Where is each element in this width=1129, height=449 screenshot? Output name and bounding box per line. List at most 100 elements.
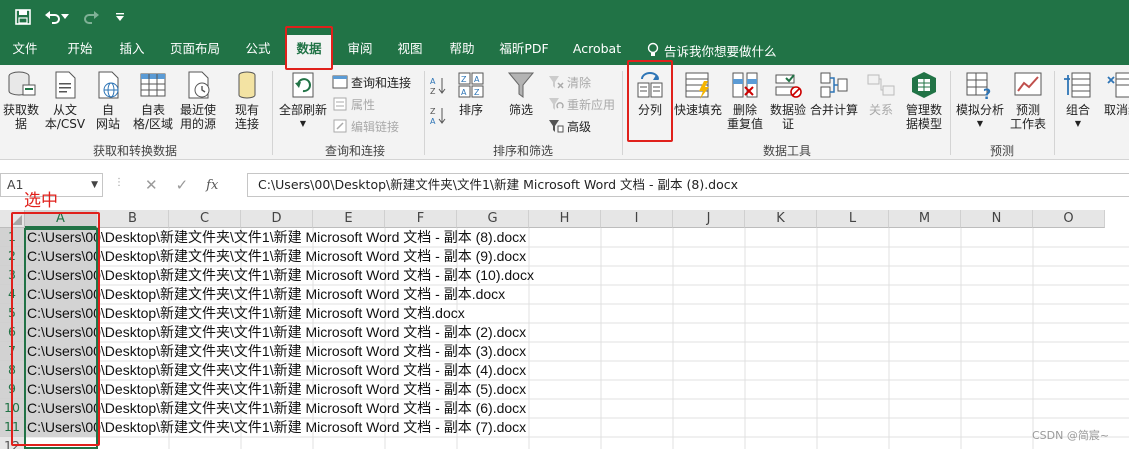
row-header-11[interactable]: 11 (0, 418, 25, 437)
what-if-icon: ? (966, 72, 991, 101)
cell-text: C:\Users\00\Desktop\新建文件夹\文件1\新建 Microso… (27, 381, 527, 397)
cancel-icon[interactable]: ✕ (145, 176, 158, 194)
sort-az-icon: AZ (430, 77, 446, 96)
column-header-j[interactable]: J (673, 210, 745, 228)
sort-za-icon: ZA (430, 107, 446, 126)
tab-page-layout[interactable]: 页面布局 (164, 35, 226, 65)
column-header-g[interactable]: G (457, 210, 529, 228)
cell-text: C:\Users\00\Desktop\新建文件夹\文件1\新建 Microso… (27, 419, 527, 435)
tab-insert[interactable]: 插入 (110, 35, 154, 65)
forecast-sheet-button[interactable]: 预测 工作表 (1008, 69, 1048, 131)
tab-help[interactable]: 帮助 (440, 35, 484, 65)
tab-home[interactable]: 开始 (58, 35, 102, 65)
queries-connections-button[interactable]: 查询和连接 (332, 73, 411, 91)
column-header-n[interactable]: N (961, 210, 1033, 228)
relationships-button[interactable]: 关系 (862, 69, 900, 117)
column-header-b[interactable]: B (97, 210, 169, 228)
column-header-c[interactable]: C (169, 210, 241, 228)
svg-text:Z: Z (474, 88, 480, 97)
row-header-10[interactable]: 10 (0, 399, 25, 418)
row-header-3[interactable]: 3 (0, 266, 25, 285)
remove-duplicates-button[interactable]: 删除 重复值 (724, 69, 766, 131)
tab-file[interactable]: 文件 (4, 35, 46, 65)
row-header-6[interactable]: 6 (0, 323, 25, 342)
refresh-all-button[interactable]: 全部刷新 ▼ (276, 69, 330, 131)
consolidate-button[interactable]: 合并计算 (808, 69, 860, 117)
ungroup-button[interactable]: 取消组 (1100, 69, 1129, 117)
column-header-h[interactable]: H (529, 210, 601, 228)
chevron-down-icon: ▼ (976, 119, 984, 128)
properties-button[interactable]: 属性 (332, 95, 375, 113)
filter-button[interactable]: 筛选 (500, 69, 542, 117)
advanced-filter-icon (549, 120, 564, 133)
clear-filter-button[interactable]: 清除 (548, 73, 591, 91)
data-validation-button[interactable]: 数据验 证 (768, 69, 808, 131)
manage-data-model-button[interactable]: 管理数 据模型 (902, 69, 946, 131)
tab-view[interactable]: 视图 (388, 35, 432, 65)
more-options-icon[interactable]: ⋮ (114, 177, 124, 188)
existing-connections-button[interactable]: 现有 连接 (226, 69, 268, 131)
consolidate-icon (820, 72, 848, 98)
enter-icon[interactable]: ✓ (176, 176, 189, 194)
formula-bar: A1 ▼ ⋮ ✕ ✓ fx C:\Users\00\Desktop\新建文件夹\… (0, 165, 1129, 205)
column-header-k[interactable]: K (745, 210, 817, 228)
formula-input[interactable]: C:\Users\00\Desktop\新建文件夹\文件1\新建 Microso… (247, 173, 1129, 197)
row-header-8[interactable]: 8 (0, 361, 25, 380)
reapply-button[interactable]: 重新应用 (548, 95, 615, 113)
cell-text: C:\Users\00\Desktop\新建文件夹\文件1\新建 Microso… (27, 324, 527, 340)
save-icon[interactable] (12, 6, 34, 28)
group-label-data-tools: 数据工具 (762, 144, 811, 158)
column-header-l[interactable]: L (817, 210, 889, 228)
redo-icon[interactable] (80, 6, 102, 28)
flash-fill-button[interactable]: 快速填充 (672, 69, 724, 117)
svg-text:A: A (461, 88, 467, 97)
row-header-9[interactable]: 9 (0, 380, 25, 399)
row-header-2[interactable]: 2 (0, 247, 25, 266)
tab-acrobat[interactable]: Acrobat (566, 35, 628, 65)
insert-function-icon[interactable]: fx (206, 178, 218, 193)
column-header-a[interactable]: A (25, 210, 97, 228)
row-header-1[interactable]: 1 (0, 228, 25, 247)
edit-links-icon (333, 119, 347, 133)
undo-dropdown-icon[interactable] (60, 6, 70, 28)
chevron-down-icon[interactable]: ▼ (91, 174, 98, 196)
column-header-f[interactable]: F (385, 210, 457, 228)
customize-qat-icon[interactable] (112, 6, 128, 28)
advanced-filter-button[interactable]: 高级 (548, 117, 591, 135)
edit-links-button[interactable]: 编辑链接 (332, 117, 399, 135)
column-header-i[interactable]: I (601, 210, 673, 228)
from-web-button[interactable]: 自 网站 (88, 69, 128, 131)
text-file-icon (55, 71, 76, 99)
sort-desc-button[interactable]: ZA (430, 107, 446, 126)
column-header-d[interactable]: D (241, 210, 313, 228)
row-header-12[interactable]: 12 (0, 437, 25, 449)
what-if-analysis-button[interactable]: ? 模拟分析 ▼ (952, 69, 1008, 131)
recent-sources-icon (188, 71, 210, 99)
tab-data[interactable]: 数据 (286, 35, 332, 65)
column-header-m[interactable]: M (889, 210, 961, 228)
tab-review[interactable]: 审阅 (338, 35, 382, 65)
group-button[interactable]: 组合 ▼ (1058, 69, 1098, 131)
cell-text: C:\Users\00\Desktop\新建文件夹\文件1\新建 Microso… (27, 305, 465, 321)
sort-asc-button[interactable]: AZ (430, 77, 446, 96)
from-text-csv-button[interactable]: 从文 本/CSV (44, 69, 86, 131)
group-separator (622, 71, 623, 155)
tab-foxit-pdf[interactable]: 福昕PDF (494, 35, 554, 65)
from-table-range-button[interactable]: 自表 格/区域 (132, 69, 174, 131)
column-header-o[interactable]: O (1033, 210, 1105, 228)
tab-formulas[interactable]: 公式 (236, 35, 280, 65)
formula-buttons: ✕ ✓ fx (133, 173, 241, 197)
column-header-e[interactable]: E (313, 210, 385, 228)
select-all-corner[interactable] (0, 210, 25, 228)
selected-annotation: 选中 (24, 191, 58, 211)
row-header-7[interactable]: 7 (0, 342, 25, 361)
row-header-5[interactable]: 5 (0, 304, 25, 323)
connections-icon (238, 71, 256, 99)
recent-sources-button[interactable]: 最近使 用的源 (176, 69, 220, 131)
tell-me-search[interactable]: 告诉我你想要做什么 (646, 35, 777, 65)
row-header-4[interactable]: 4 (0, 285, 25, 304)
text-to-columns-button[interactable]: 分列 (630, 69, 670, 117)
worksheet-grid[interactable]: A B C D E F G H I J K L M N O 1 C:\Users\00\Desktop\新建文件… (0, 210, 1129, 449)
get-data-button[interactable]: 获取数 据 (0, 69, 42, 131)
sort-button[interactable]: ZAAZ 排序 (452, 69, 490, 117)
